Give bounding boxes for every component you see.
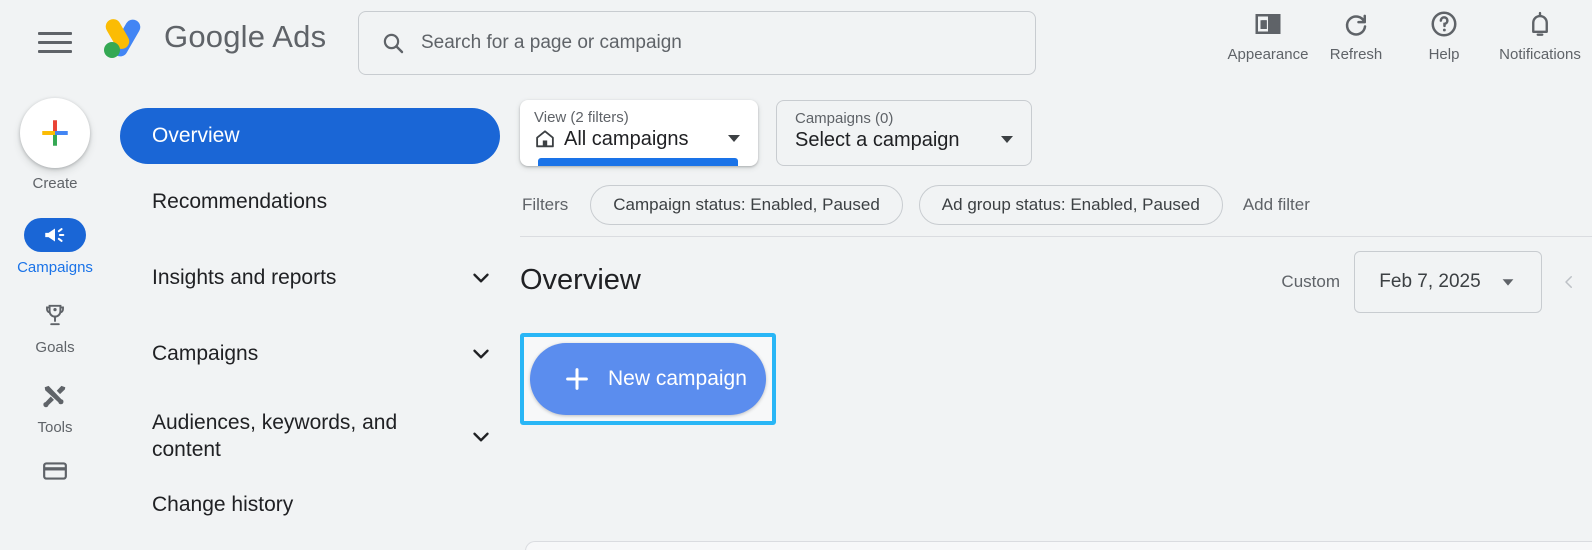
filter-chip-ad-group-status[interactable]: Ad group status: Enabled, Paused — [918, 185, 1223, 225]
hamburger-bar — [38, 31, 72, 35]
view-selector-active-underline — [538, 158, 738, 166]
filter-chip-campaign-status[interactable]: Campaign status: Enabled, Paused — [590, 185, 903, 225]
sidebar-item-insights-and-reports[interactable]: Insights and reports — [110, 240, 520, 316]
search-input[interactable]: Search for a page or campaign — [358, 11, 1036, 75]
campaign-selector-caption: Campaigns (0) — [795, 110, 894, 127]
view-selector[interactable]: View (2 filters) All campaigns — [520, 100, 758, 166]
hamburger-bar — [38, 49, 72, 53]
main-content: View (2 filters) All campaigns Campaigns… — [520, 86, 1592, 550]
megaphone-icon — [45, 228, 65, 242]
chevron-down-icon[interactable] — [468, 424, 494, 450]
billing-icon-wrap[interactable] — [24, 454, 86, 488]
new-campaign-area: New campaign — [520, 329, 1592, 425]
rail-label-goals: Goals — [35, 339, 75, 356]
caret-down-icon[interactable] — [997, 129, 1017, 149]
page-header: Overview Custom Feb 7, 2025 — [520, 237, 1592, 323]
page-title: Overview — [520, 263, 641, 296]
campaign-selector[interactable]: Campaigns (0) Select a campaign — [776, 100, 1032, 166]
sidebar-item-label: Campaigns — [152, 341, 259, 365]
date-range-picker[interactable]: Feb 7, 2025 — [1354, 251, 1542, 313]
campaign-selector-value: Select a campaign — [795, 128, 960, 151]
filters-row: Filters Campaign status: Enabled, Paused… — [520, 178, 1592, 232]
sidebar-item-label: Insights and reports — [152, 265, 337, 289]
sidebar-item-label: Change history — [152, 492, 294, 516]
billing-icon — [43, 462, 67, 480]
appearance-icon — [1253, 8, 1283, 40]
new-campaign-button[interactable]: New campaign — [530, 343, 766, 415]
view-selector-value-row: All campaigns — [534, 128, 744, 151]
help-button[interactable]: Help — [1400, 8, 1488, 63]
sidebar-item-overview[interactable]: Overview — [120, 108, 500, 164]
google-ads-logo — [104, 19, 141, 58]
sidebar-item-audiences-keywords-and-content[interactable]: Audiences, keywords, and content — [110, 392, 520, 482]
hamburger-bar — [38, 40, 72, 44]
add-filter-button[interactable]: Add filter — [1239, 195, 1310, 215]
brand-ads: Ads — [272, 19, 327, 54]
trophy-icon — [46, 304, 64, 326]
view-selector-value: All campaigns — [564, 127, 689, 150]
appearance-button[interactable]: Appearance — [1224, 8, 1312, 63]
hamburger-icon[interactable] — [38, 27, 72, 57]
rail-label-campaigns: Campaigns — [17, 259, 93, 276]
rail-label-create: Create — [32, 175, 78, 192]
help-icon — [1429, 8, 1459, 40]
goals-icon-wrap[interactable] — [24, 298, 86, 332]
notifications-button[interactable]: Notifications — [1488, 8, 1592, 63]
sidebar-item-change-history[interactable]: Change history — [110, 482, 520, 528]
rail-item-goals[interactable]: Goals — [24, 298, 86, 356]
rail-item-tools[interactable]: Tools — [24, 378, 86, 436]
sidebar-nav: Overview Recommendations Insights and re… — [110, 86, 520, 550]
caret-down-icon[interactable] — [724, 128, 744, 148]
search-icon — [383, 33, 404, 54]
tools-icon-wrap[interactable] — [24, 378, 86, 412]
search-placeholder: Search for a page or campaign — [421, 32, 682, 53]
diagnostic-insights-card[interactable]: Diagnostic insights — [525, 541, 1592, 550]
date-range-controls: Custom Feb 7, 2025 — [1281, 251, 1582, 313]
plus-icon — [42, 120, 68, 146]
chevron-down-icon[interactable] — [468, 341, 494, 367]
chevron-down-icon[interactable] — [468, 265, 494, 291]
header-actions: Appearance Refresh Help Notifications — [1224, 8, 1592, 63]
new-campaign-label: New campaign — [608, 367, 747, 390]
sidebar-item-campaigns[interactable]: Campaigns — [110, 316, 520, 392]
brand-text: Google Ads — [164, 19, 326, 55]
brand-google: Google — [164, 19, 266, 54]
google-ads-app: Google Ads Search for a page or campaign — [0, 0, 1592, 550]
diagnostic-insights-header: Diagnostic insights — [526, 542, 1592, 550]
plus-icon — [566, 368, 588, 390]
notifications-label: Notifications — [1499, 46, 1581, 63]
home-icon — [536, 130, 554, 148]
create-fab[interactable] — [20, 98, 90, 168]
bell-icon — [1525, 8, 1555, 40]
refresh-button[interactable]: Refresh — [1312, 8, 1400, 63]
brand-logo-group[interactable]: Google Ads — [98, 14, 326, 60]
refresh-icon — [1341, 8, 1371, 40]
help-label: Help — [1428, 46, 1460, 63]
left-rail: Create Campaigns Goals Tools — [0, 86, 110, 550]
rail-label-tools: Tools — [37, 419, 73, 436]
sidebar-item-label: Overview — [152, 123, 240, 147]
caret-down-icon[interactable] — [1499, 273, 1517, 291]
date-mode-label: Custom — [1281, 272, 1340, 291]
rail-item-campaigns[interactable]: Campaigns — [17, 218, 93, 276]
rail-item-create[interactable]: Create — [20, 98, 90, 192]
date-range-value: Feb 7, 2025 — [1379, 271, 1481, 292]
tools-icon — [43, 385, 66, 408]
appearance-label: Appearance — [1227, 46, 1309, 63]
view-selector-caption: View (2 filters) — [534, 109, 629, 126]
top-header: Google Ads Search for a page or campaign — [0, 0, 1592, 86]
chevron-left-icon[interactable] — [1556, 267, 1582, 297]
filters-label: Filters — [522, 195, 569, 214]
selector-row: View (2 filters) All campaigns Campaigns… — [520, 86, 1592, 178]
sidebar-item-label: Recommendations — [152, 189, 328, 213]
sidebar-item-recommendations[interactable]: Recommendations — [110, 164, 520, 240]
rail-item-billing[interactable] — [24, 454, 86, 488]
sidebar-item-label: Audiences, keywords, and content — [152, 411, 398, 461]
campaigns-pill[interactable] — [24, 218, 86, 252]
refresh-label: Refresh — [1329, 46, 1383, 63]
